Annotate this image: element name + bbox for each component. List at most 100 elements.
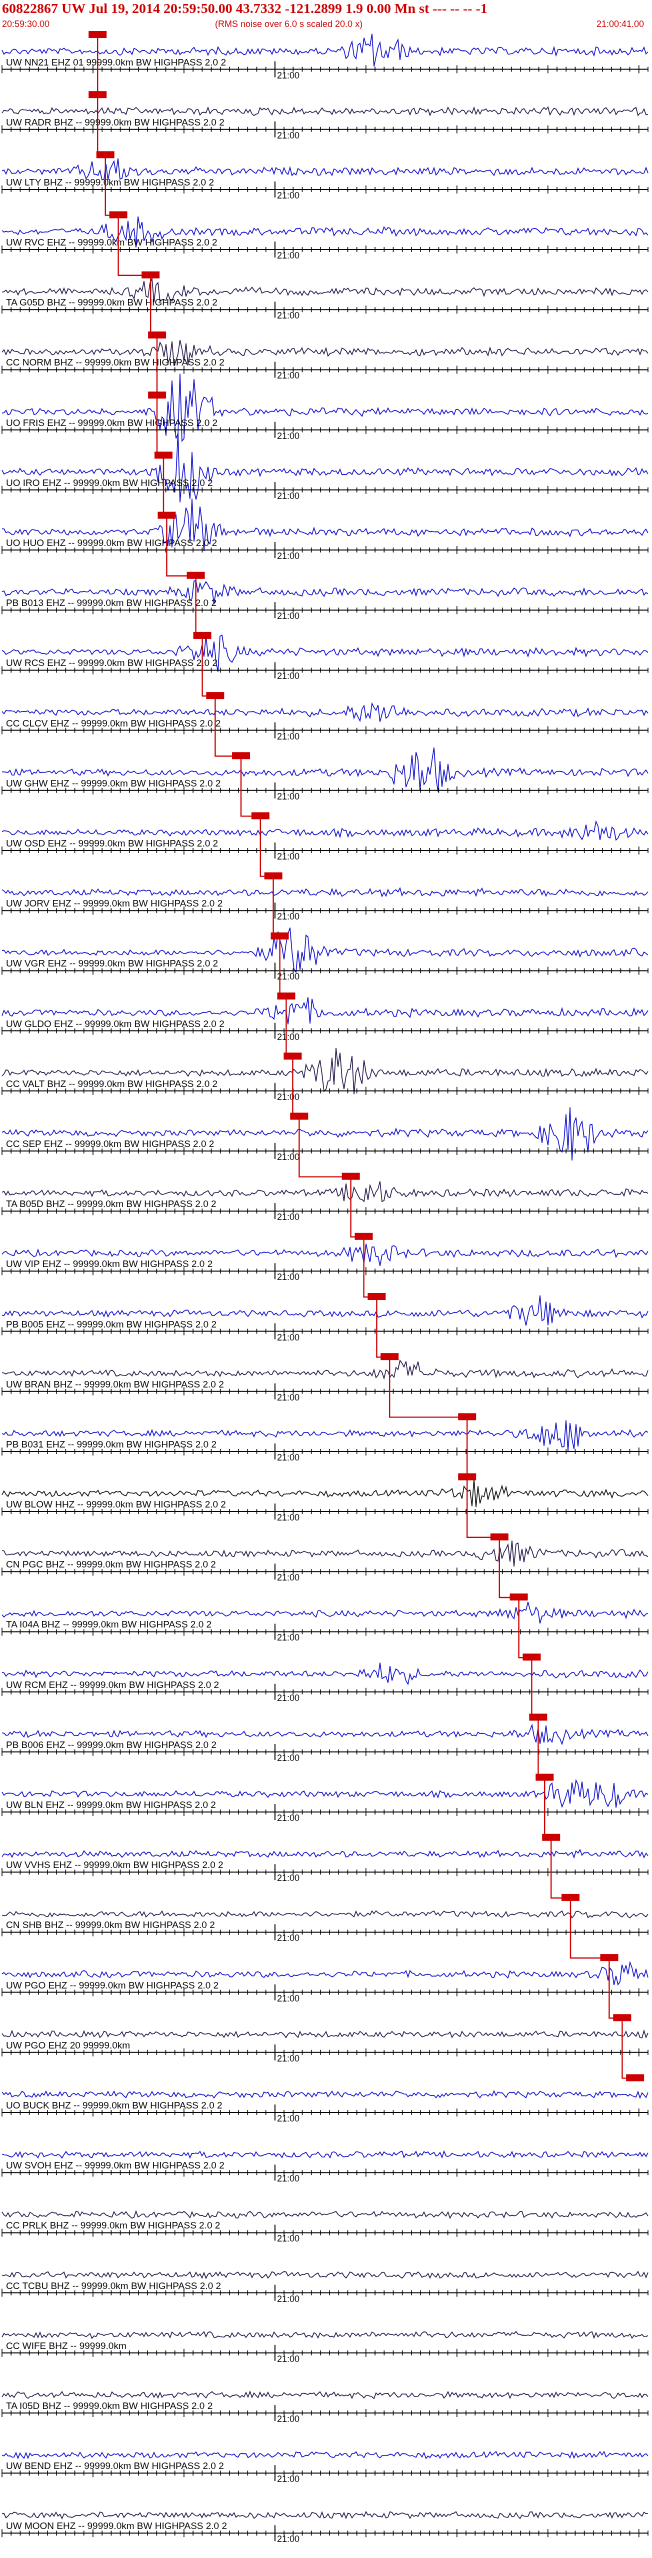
station-label: CC WIFE BHZ -- 99999.0km (6, 2341, 126, 2352)
station-label: PB B031 EHZ -- 99999.0km BW HIGHPASS 2.0… (6, 1439, 217, 1450)
minute-label: 21:00 (277, 1693, 300, 1703)
waveform-trace (1, 1910, 649, 1919)
station-label: CC CLCV EHZ -- 99999.0km BW HIGHPASS 2.0… (6, 718, 221, 729)
minute-label: 21:00 (277, 2354, 300, 2364)
minute-label: 21:00 (277, 2294, 300, 2304)
minute-label: 21:00 (277, 1573, 300, 1583)
station-label: UW NN21 EHZ 01 99999.0km BW HIGHPASS 2.0… (6, 57, 226, 68)
station-label: UW RVC EHZ -- 99999.0km BW HIGHPASS 2.0 … (6, 238, 217, 249)
waveform-trace (1, 2089, 649, 2100)
station-label: CC PRLK BHZ -- 99999.0km BW HIGHPASS 2.0… (6, 2221, 220, 2232)
waveform-trace (1, 1359, 649, 1380)
minute-label: 21:00 (277, 1032, 300, 1042)
station-label: UW PGO EHZ -- 99999.0km BW HIGHPASS 2.0 … (6, 1980, 219, 1991)
waveform-trace (1, 2450, 649, 2460)
station-label: PB B013 EHZ -- 99999.0km BW HIGHPASS 2.0… (6, 598, 217, 609)
station-label: UW GLDO EHZ -- 99999.0km BW HIGHPASS 2.0… (6, 1019, 224, 1030)
minute-label: 21:00 (277, 2113, 300, 2123)
minute-label: 21:00 (277, 1212, 300, 1222)
minute-label: 21:00 (277, 70, 300, 80)
minute-label: 21:00 (277, 912, 300, 922)
waveform-trace (1, 820, 649, 841)
station-label: CC VALT BHZ -- 99999.0km BW HIGHPASS 2.0… (6, 1079, 218, 1090)
station-label: UW BLN EHZ -- 99999.0km BW HIGHPASS 2.0 … (6, 1800, 216, 1811)
waveform-trace (1, 887, 649, 898)
minute-label: 21:00 (277, 251, 300, 261)
minute-label: 21:00 (277, 2174, 300, 2184)
station-label: UW BRAN BHZ -- 99999.0km BW HIGHPASS 2.0… (6, 1379, 224, 1390)
minute-label: 21:00 (277, 1092, 300, 1102)
station-label: UW VIP EHZ -- 99999.0km BW HIGHPASS 2.0 … (6, 1259, 213, 1270)
moveout-line (97, 35, 636, 2079)
station-label: UO IRO EHZ -- 99999.0km BW HIGHPASS 2.0 … (6, 478, 213, 489)
station-label: UW RADR BHZ -- 99999.0km BW HIGHPASS 2.0… (6, 117, 224, 128)
station-label: UW VVHS EHZ -- 99999.0km BW HIGHPASS 2.0… (6, 1860, 223, 1871)
waveform-trace (1, 2510, 649, 2520)
station-label: UW VGR EHZ -- 99999.0km BW HIGHPASS 2.0 … (6, 959, 218, 970)
waveform-trace (1, 2029, 649, 2039)
minute-label: 21:00 (277, 551, 300, 561)
waveform-trace (1, 2270, 649, 2280)
minute-label: 21:00 (277, 1152, 300, 1162)
minute-label: 21:00 (277, 2053, 300, 2063)
station-label: TA I04A BHZ -- 99999.0km BW HIGHPASS 2.0… (6, 1620, 212, 1631)
station-label: UW RCM EHZ -- 99999.0km BW HIGHPASS 2.0 … (6, 1680, 219, 1691)
station-label: UW JORV EHZ -- 99999.0km BW HIGHPASS 2.0… (6, 899, 223, 910)
station-label: UW BEND EHZ -- 99999.0km BW HIGHPASS 2.0… (6, 2461, 224, 2472)
minute-label: 21:00 (277, 1452, 300, 1462)
minute-label: 21:00 (277, 611, 300, 621)
minute-label: 21:00 (277, 851, 300, 861)
waveform-trace (1, 373, 649, 443)
station-label: PB B006 EHZ -- 99999.0km BW HIGHPASS 2.0… (6, 1740, 217, 1751)
minute-label: 21:00 (277, 2234, 300, 2244)
minute-label: 21:00 (277, 1933, 300, 1943)
seismogram-plot: 21:00 UW NN21 EHZ 01 99999.0km BW HIGHPAS… (1, 31, 649, 2544)
waveform-trace (1, 2390, 649, 2400)
minute-label: 21:00 (277, 1873, 300, 1883)
station-label: CC SEP EHZ -- 99999.0km BW HIGHPASS 2.0 … (6, 1139, 214, 1150)
minute-label: 21:00 (277, 671, 300, 681)
station-label: CC NORM BHZ -- 99999.0km BW HIGHPASS 2.0… (6, 358, 224, 369)
minute-label: 21:00 (277, 1813, 300, 1823)
minute-label: 21:00 (277, 371, 300, 381)
minute-label: 21:00 (277, 731, 300, 741)
minute-label: 21:00 (277, 2414, 300, 2424)
station-label: CC TCBU BHZ -- 99999.0km BW HIGHPASS 2.0… (6, 2281, 221, 2292)
minute-label: 21:00 (277, 1392, 300, 1402)
station-label: UW MOON EHZ -- 99999.0km BW HIGHPASS 2.0… (6, 2521, 227, 2532)
station-label: UW OSD EHZ -- 99999.0km BW HIGHPASS 2.0 … (6, 838, 218, 849)
minute-label: 21:00 (277, 311, 300, 321)
minute-label: 21:00 (277, 491, 300, 501)
waveform-trace (1, 2330, 649, 2340)
waveform-trace (1, 2150, 649, 2159)
station-label: TA I05D BHZ -- 99999.0km BW HIGHPASS 2.0… (6, 2401, 213, 2412)
station-label: UW SVOH EHZ -- 99999.0km BW HIGHPASS 2.0… (6, 2161, 224, 2172)
minute-label: 21:00 (277, 791, 300, 801)
station-label: UO HUO EHZ -- 99999.0km BW HIGHPASS 2.0 … (6, 538, 217, 549)
station-label: TA B05D BHZ -- 99999.0km BW HIGHPASS 2.0… (6, 1199, 216, 1210)
station-label: UO FRIS EHZ -- 99999.0km BW HIGHPASS 2.0… (6, 418, 218, 429)
station-label: UW PGO EHZ 20 99999.0km (6, 2040, 130, 2051)
waveform-trace (1, 106, 649, 117)
minute-label: 21:00 (277, 1633, 300, 1643)
minute-label: 21:00 (277, 130, 300, 140)
station-label: UW GHW EHZ -- 99999.0km BW HIGHPASS 2.0 … (6, 778, 221, 789)
minute-label: 21:00 (277, 2474, 300, 2484)
station-label: UO BUCK BHZ -- 99999.0km BW HIGHPASS 2.0… (6, 2100, 222, 2111)
station-label: PB B005 EHZ -- 99999.0km BW HIGHPASS 2.0… (6, 1319, 217, 1330)
station-label: UW RCS EHZ -- 99999.0km BW HIGHPASS 2.0 … (6, 658, 218, 669)
station-label: CN SHB BHZ -- 99999.0km BW HIGHPASS 2.0 … (6, 1920, 215, 1931)
minute-label: 21:00 (277, 1332, 300, 1342)
station-label: UW BLOW HHZ -- 99999.0km BW HIGHPASS 2.0… (6, 1500, 226, 1511)
minute-label: 21:00 (277, 190, 300, 200)
minute-label: 21:00 (277, 1272, 300, 1282)
station-label: CN PGC BHZ -- 99999.0km BW HIGHPASS 2.0 … (6, 1560, 216, 1571)
minute-label: 21:00 (277, 2534, 300, 2544)
minute-label: 21:00 (277, 1993, 300, 2003)
waveform-trace (1, 1107, 649, 1161)
waveform-trace (1, 2209, 649, 2219)
station-label: TA G05D BHZ -- 99999.0km BW HIGHPASS 2.0… (6, 298, 217, 309)
minute-label: 21:00 (277, 431, 300, 441)
waveform-trace (1, 432, 649, 503)
minute-label: 21:00 (277, 1753, 300, 1763)
